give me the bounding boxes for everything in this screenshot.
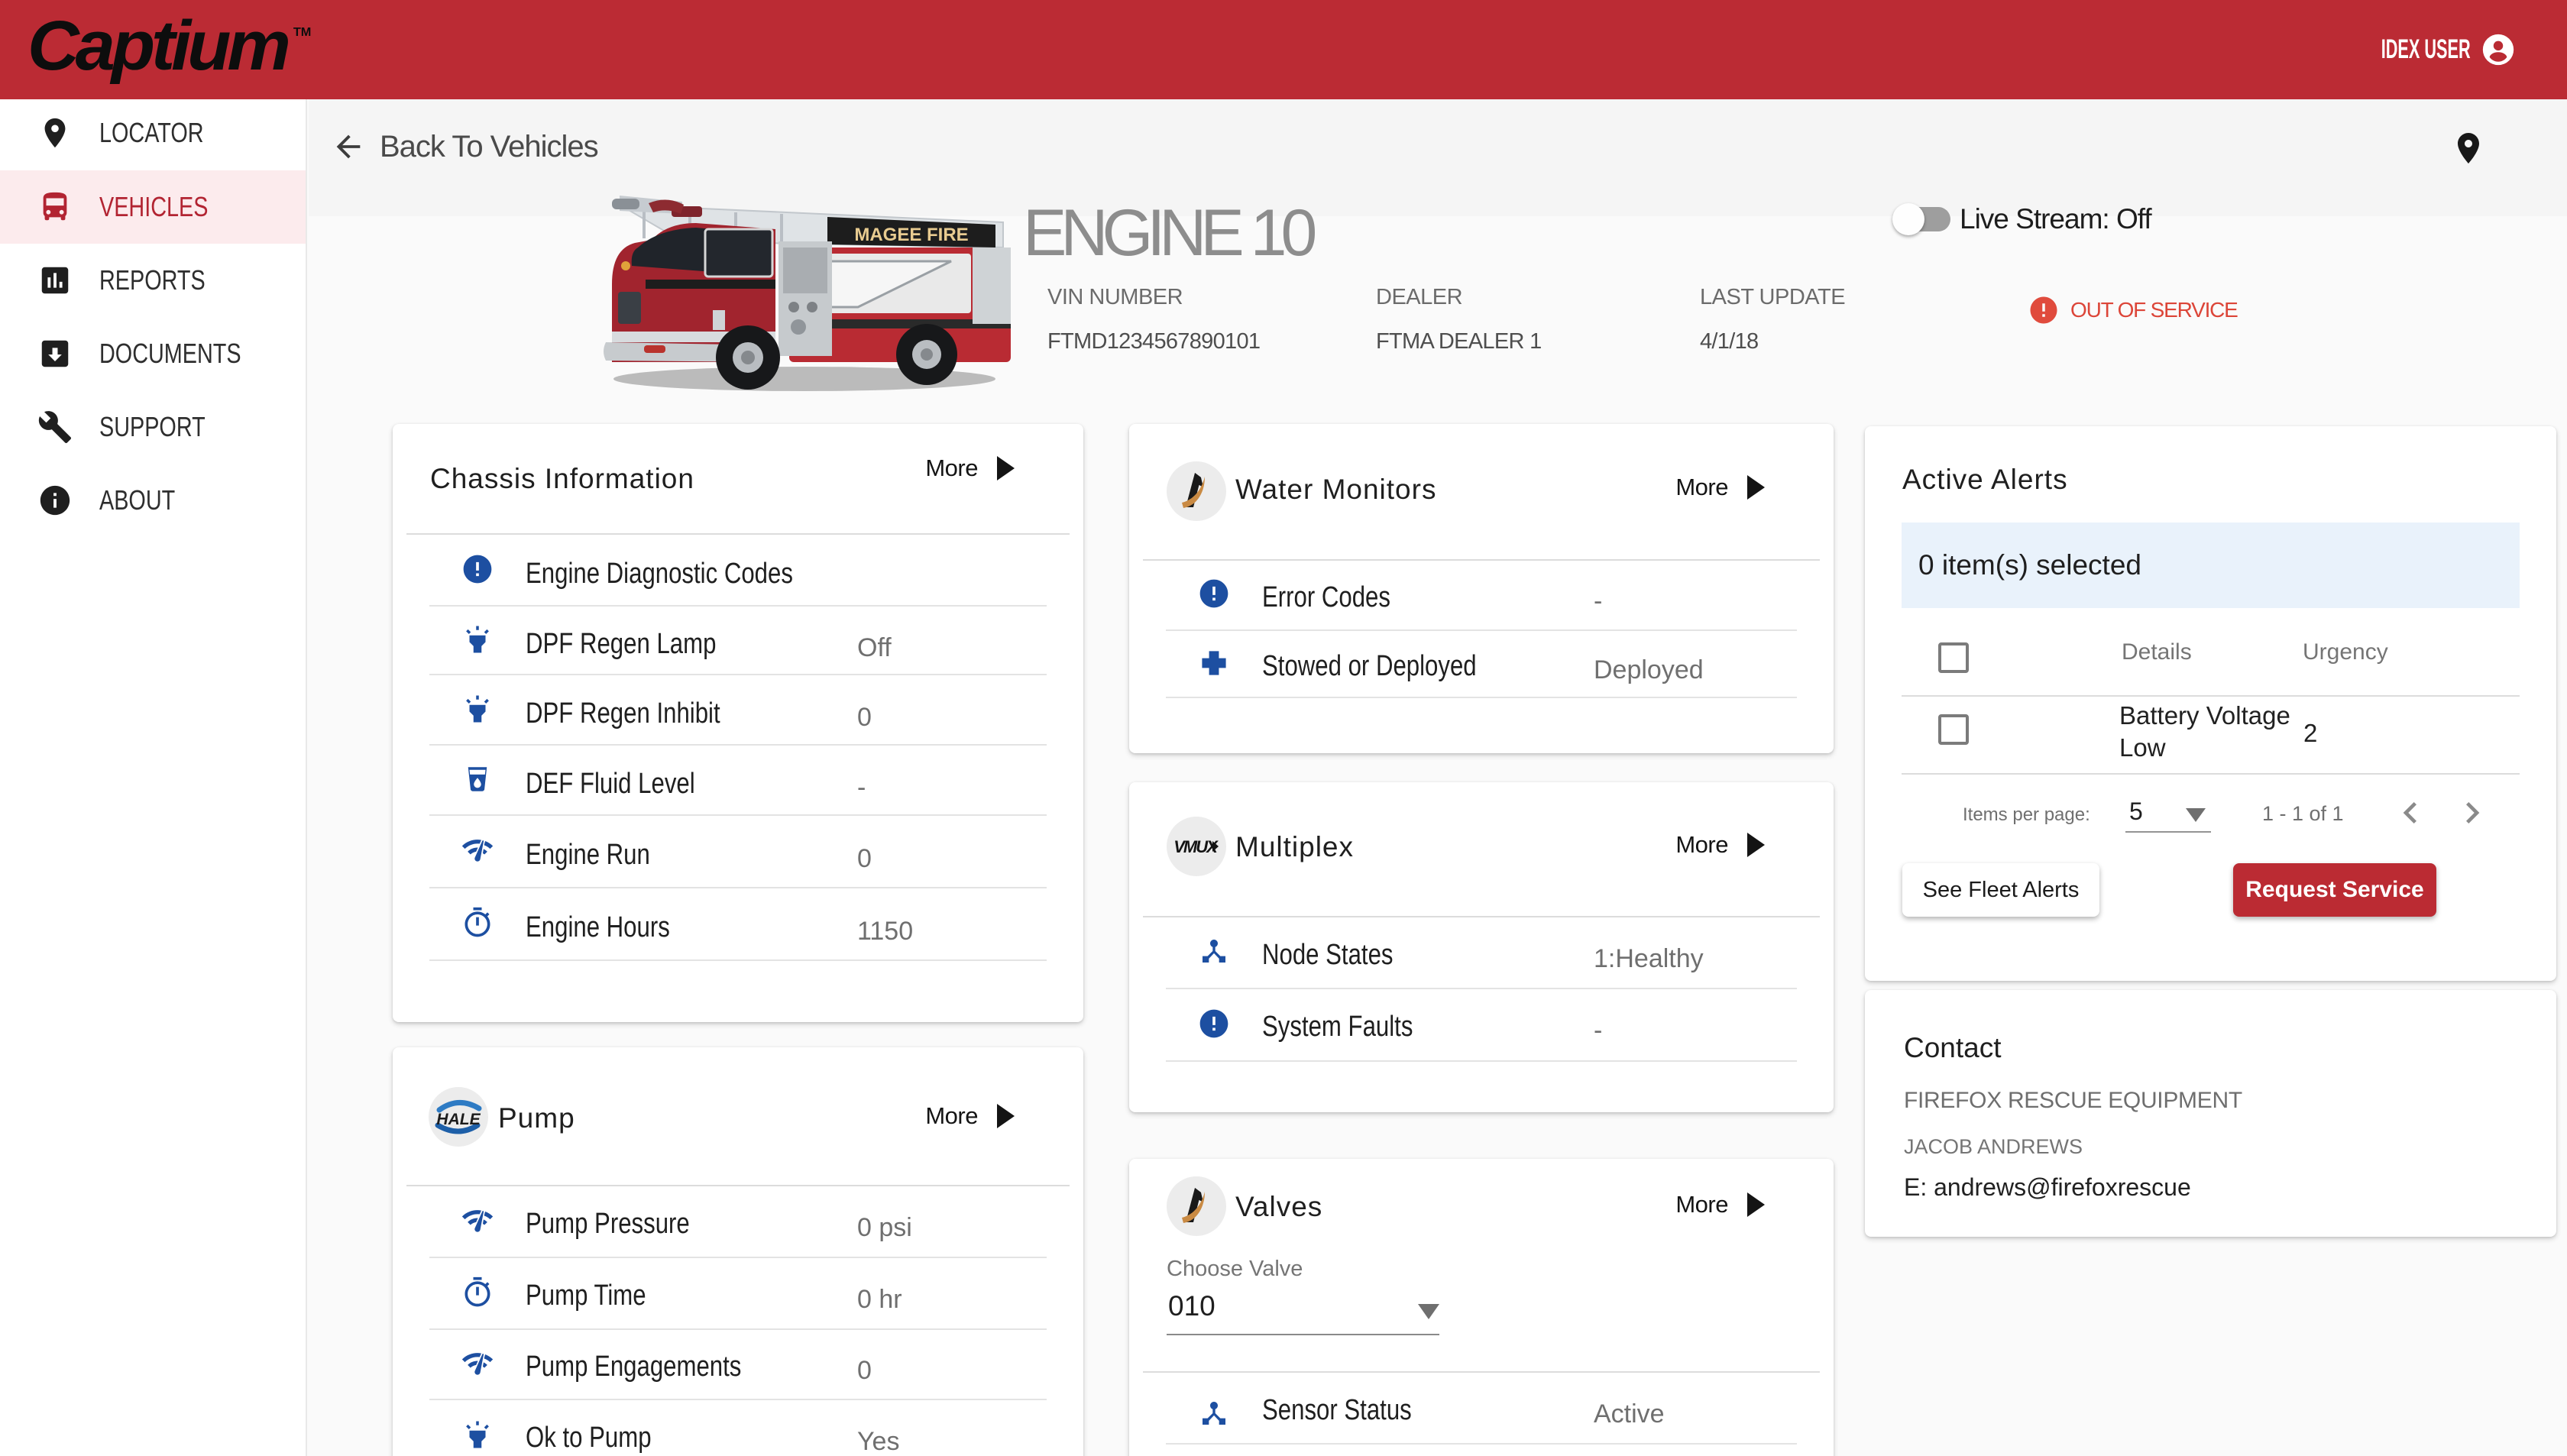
svg-text:VMUX: VMUX [1173,837,1219,856]
svg-text:MAGEE FIRE: MAGEE FIRE [854,225,968,245]
svg-text:HALE: HALE [436,1111,481,1128]
